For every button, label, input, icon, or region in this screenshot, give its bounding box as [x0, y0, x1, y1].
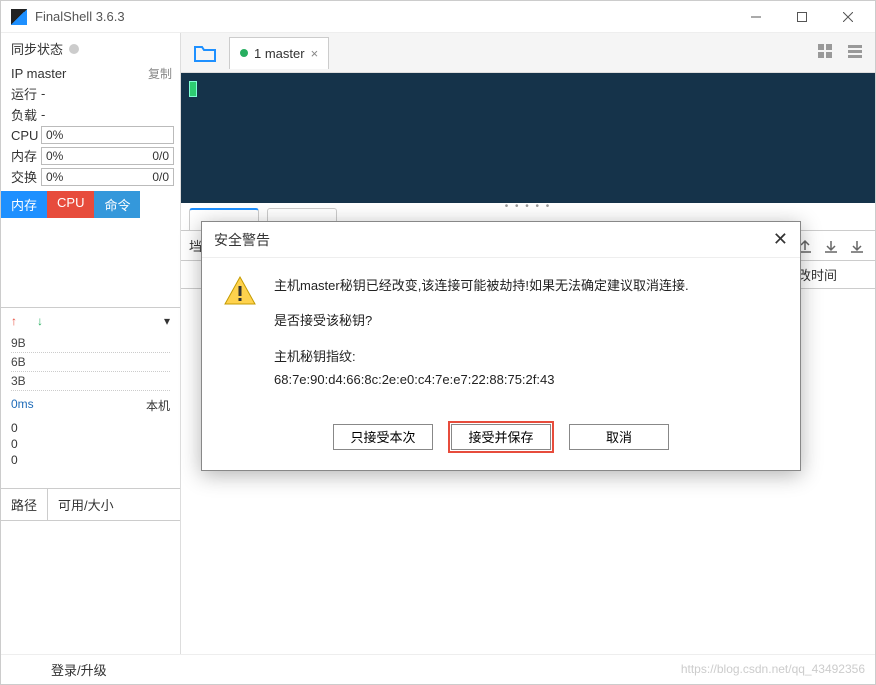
warning-icon: [222, 274, 258, 310]
run-label: 运行: [11, 84, 41, 103]
close-button[interactable]: [825, 2, 871, 32]
arrow-up-icon: ↑: [11, 314, 17, 328]
titlebar: FinalShell 3.6.3: [1, 1, 875, 33]
run-row: 运行 -: [1, 83, 180, 104]
mem-label: 内存: [11, 146, 41, 165]
arrow-down-icon: ↓: [37, 314, 43, 328]
net-indicator-row: ↑ ↓ ▾: [1, 308, 180, 334]
swap-label: 交换: [11, 167, 41, 186]
download-all-icon[interactable]: [847, 236, 867, 256]
mem-total: 0/0: [152, 149, 169, 163]
folder-icon: [193, 43, 217, 63]
net-scale-1: 6B: [11, 353, 170, 372]
latency-row: 0ms 本机: [1, 391, 180, 420]
grid-view-icon[interactable]: [813, 39, 837, 66]
app-icon: [11, 9, 27, 25]
swap-row: 交换 0% 0/0: [1, 166, 180, 187]
dialog-buttons: 只接受本次 接受并保存 取消: [202, 424, 800, 470]
accept-save-button[interactable]: 接受并保存: [451, 424, 551, 450]
ip-row: IP master 复制: [1, 64, 180, 83]
zero-0: 0: [11, 420, 170, 436]
tab-master[interactable]: 1 master ×: [229, 37, 329, 69]
chevron-down-icon[interactable]: ▾: [164, 314, 170, 328]
zero-2: 0: [11, 452, 170, 468]
cpu-value: 0%: [46, 128, 63, 142]
dialog-message: 主机master秘钥已经改变,该连接可能被劫持!如果无法确定建议取消连接. 是否…: [274, 274, 689, 404]
list-view-icon[interactable]: [843, 39, 867, 66]
copy-button[interactable]: 复制: [148, 65, 172, 82]
cpu-label: CPU: [11, 128, 41, 143]
security-warning-dialog: 安全警告 ✕ 主机master秘钥已经改变,该连接可能被劫持!如果无法确定建议取…: [201, 221, 801, 471]
accept-once-button[interactable]: 只接受本次: [333, 424, 433, 450]
sidebar: 同步状态 IP master 复制 运行 - 负载 - CPU 0% 内存 0%…: [1, 33, 181, 654]
app-title: FinalShell 3.6.3: [35, 9, 733, 24]
mem-row: 内存 0% 0/0: [1, 145, 180, 166]
sidebar-tabs: 内存 CPU 命令: [1, 191, 180, 218]
swap-value: 0%: [46, 170, 63, 184]
latency-location: 本机: [146, 397, 170, 414]
sync-label: 同步状态: [11, 39, 63, 58]
dialog-title-text: 安全警告: [214, 230, 270, 250]
swap-total: 0/0: [152, 170, 169, 184]
view-mode-buttons: [813, 39, 867, 66]
run-value: -: [41, 86, 172, 101]
drag-handle-icon[interactable]: • • • • •: [505, 201, 552, 212]
zero-list: 0 0 0: [1, 420, 180, 468]
latency-value: 0ms: [11, 397, 34, 414]
sidebar-tab-cmd[interactable]: 命令: [94, 191, 140, 218]
tab-close-button[interactable]: ×: [311, 46, 319, 61]
cancel-button[interactable]: 取消: [569, 424, 669, 450]
net-scale-0: 9B: [11, 334, 170, 353]
dialog-close-button[interactable]: ✕: [773, 229, 788, 250]
dialog-body: 主机master秘钥已经改变,该连接可能被劫持!如果无法确定建议取消连接. 是否…: [202, 258, 800, 424]
zero-1: 0: [11, 436, 170, 452]
dialog-line2: 是否接受该秘钥?: [274, 309, 689, 332]
fingerprint-value: 68:7e:90:d4:66:8c:2e:e0:c4:7e:e7:22:88:7…: [274, 372, 554, 387]
col-avail[interactable]: 可用/大小: [48, 489, 124, 520]
load-row: 负载 -: [1, 104, 180, 125]
cpu-row: CPU 0%: [1, 125, 180, 145]
disk-header: 路径 可用/大小: [1, 488, 180, 521]
sidebar-tab-cpu[interactable]: CPU: [47, 191, 94, 218]
mem-bar: 0% 0/0: [41, 147, 174, 165]
minimize-button[interactable]: [733, 2, 779, 32]
ip-value: IP master: [11, 66, 148, 81]
mem-value: 0%: [46, 149, 63, 163]
net-scale-list: 9B 6B 3B: [1, 334, 180, 391]
connection-dot-icon: [240, 49, 248, 57]
load-label: 负载: [11, 105, 41, 124]
tab-label: 1 master: [254, 46, 305, 61]
sidebar-tab-mem[interactable]: 内存: [1, 191, 47, 218]
terminal[interactable]: [181, 73, 875, 203]
sidebar-graph-area: [1, 218, 180, 308]
fingerprint-label: 主机秘钥指纹:: [274, 349, 356, 364]
sync-dot-icon: [69, 44, 79, 54]
dialog-titlebar: 安全警告 ✕: [202, 222, 800, 258]
col-path[interactable]: 路径: [1, 489, 48, 520]
terminal-cursor: [189, 81, 197, 97]
maximize-button[interactable]: [779, 2, 825, 32]
tabbar: 1 master ×: [181, 33, 875, 73]
download-icon[interactable]: [821, 236, 841, 256]
sync-status-row: 同步状态: [1, 33, 180, 64]
net-scale-2: 3B: [11, 372, 170, 391]
swap-bar: 0% 0/0: [41, 168, 174, 186]
window-controls: [733, 2, 871, 32]
cpu-bar: 0%: [41, 126, 174, 144]
load-value: -: [41, 107, 172, 122]
dialog-line1: 主机master秘钥已经改变,该连接可能被劫持!如果无法确定建议取消连接.: [274, 274, 689, 297]
open-folder-button[interactable]: [187, 35, 223, 71]
sidebar-tab-spacer: [140, 191, 180, 218]
watermark: https://blog.csdn.net/qq_43492356: [681, 662, 865, 676]
login-upgrade-button[interactable]: 登录/升级: [51, 660, 107, 679]
